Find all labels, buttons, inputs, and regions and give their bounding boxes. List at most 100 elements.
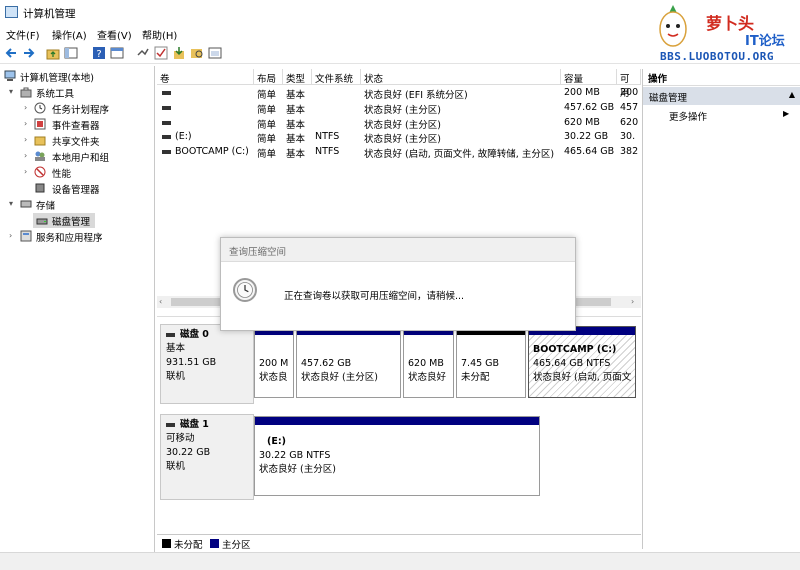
partition-bar: [255, 417, 539, 425]
row-status: 状态良好 (EFI 系统分区): [364, 90, 468, 101]
clock-icon: [34, 102, 46, 114]
row-layout: 简单: [257, 149, 277, 160]
event-viewer-icon: [34, 118, 46, 130]
collapse-up-icon[interactable]: ▲: [789, 90, 795, 99]
disk-0-header[interactable]: 磁盘 0 基本 931.51 GB 联机: [160, 324, 254, 404]
search-folder-icon[interactable]: [190, 46, 204, 60]
column-capacity[interactable]: 容量: [561, 69, 617, 85]
tree-performance[interactable]: 性能: [52, 166, 71, 180]
column-type[interactable]: 类型: [283, 69, 312, 85]
import-icon[interactable]: [172, 46, 186, 60]
row-status: 状态良好 (主分区): [364, 120, 441, 131]
row-volume: BOOTCAMP (C:): [175, 146, 249, 157]
more-actions-item[interactable]: 更多操作: [669, 109, 707, 123]
expand-arrow-icon[interactable]: ›: [24, 151, 27, 160]
toolbox-icon: [20, 87, 32, 98]
back-arrow-icon[interactable]: [4, 46, 18, 60]
window-title: 计算机管理: [23, 8, 76, 20]
menu-help[interactable]: 帮助(H): [142, 27, 177, 42]
disk-type: 可移动: [166, 433, 195, 444]
tree-disk-management[interactable]: 磁盘管理: [52, 214, 90, 228]
partition-text: (E:) 30.22 GB NTFS 状态良好 (主分区): [259, 436, 336, 475]
row-capacity: 620 MB: [564, 117, 600, 128]
column-filesystem[interactable]: 文件系统: [312, 69, 361, 85]
row-layout: 简单: [257, 120, 277, 131]
connect-icon[interactable]: [136, 46, 150, 60]
legend-swatch-unallocated: [162, 539, 171, 548]
legend-swatch-primary: [210, 539, 219, 548]
legend-label-unallocated: 未分配: [174, 540, 203, 551]
partition-main[interactable]: 457.62 GB 状态良好 (主分区): [296, 326, 401, 398]
clock-icon: [233, 278, 257, 302]
up-folder-icon[interactable]: [46, 46, 60, 60]
expand-arrow-icon[interactable]: ›: [24, 103, 27, 112]
menu-view[interactable]: 查看(V): [97, 27, 132, 42]
column-layout[interactable]: 布局: [254, 69, 283, 85]
row-free: 382: [620, 146, 639, 157]
tree-device-manager[interactable]: 设备管理器: [52, 182, 100, 196]
scroll-left-icon[interactable]: ‹: [159, 297, 162, 306]
submenu-arrow-icon[interactable]: ▶: [783, 109, 789, 118]
scroll-right-icon[interactable]: ›: [631, 297, 634, 306]
disk-management-icon: [36, 218, 48, 225]
tree-root[interactable]: 计算机管理(本地): [20, 70, 94, 84]
partition-recovery[interactable]: 620 MB 状态良好: [403, 326, 454, 398]
expand-arrow-icon[interactable]: ›: [24, 119, 27, 128]
row-type: 基本: [286, 120, 306, 131]
disk-map: 磁盘 0 基本 931.51 GB 联机 200 M 状态良 457.62 GB 状…: [157, 316, 641, 532]
forward-arrow-icon[interactable]: [22, 46, 36, 60]
disk-type: 基本: [166, 343, 186, 354]
menu-file[interactable]: 文件(F): [6, 27, 40, 42]
toolbar: ?: [0, 42, 800, 64]
tree-task-scheduler[interactable]: 任务计划程序: [52, 102, 109, 116]
check-icon[interactable]: [154, 46, 168, 60]
column-status[interactable]: 状态: [361, 69, 561, 85]
actions-section-disk-management[interactable]: 磁盘管理 ▲: [643, 87, 800, 105]
shared-folder-icon: [34, 136, 46, 146]
partition-text: 200 M 状态良: [259, 358, 289, 383]
disk-1-header[interactable]: 磁盘 1 可移动 30.22 GB 联机: [160, 414, 254, 500]
volume-icon: [162, 91, 171, 95]
row-layout: 简单: [257, 90, 277, 101]
tree-system-tools[interactable]: 系统工具: [36, 86, 74, 100]
collapse-arrow-icon[interactable]: ▾: [9, 199, 13, 208]
column-volume[interactable]: 卷: [157, 69, 254, 85]
expand-arrow-icon[interactable]: ›: [24, 167, 27, 176]
device-manager-icon: [35, 183, 45, 193]
dialog-body: 正在查询卷以获取可用压缩空间，请稍候...: [221, 261, 575, 330]
tree-storage[interactable]: 存储: [36, 198, 55, 212]
partition-efi[interactable]: 200 M 状态良: [254, 326, 294, 398]
computer-management-icon: [5, 6, 18, 18]
dialog-message: 正在查询卷以获取可用压缩空间，请稍候...: [284, 291, 465, 302]
disk-state: 联机: [166, 371, 186, 382]
menu-action[interactable]: 操作(A): [52, 27, 87, 42]
disk-icon: [166, 423, 175, 427]
expand-arrow-icon[interactable]: ›: [9, 231, 12, 240]
partition-e[interactable]: (E:) 30.22 GB NTFS 状态良好 (主分区): [254, 416, 540, 496]
help-icon[interactable]: ?: [92, 46, 106, 60]
services-icon: [20, 230, 32, 242]
collapse-arrow-icon[interactable]: ▾: [9, 87, 13, 96]
expand-arrow-icon[interactable]: ›: [24, 135, 27, 144]
column-free[interactable]: 可用: [617, 69, 641, 99]
tree-shared-folders[interactable]: 共享文件夹: [52, 134, 100, 148]
storage-icon: [20, 200, 32, 208]
tree-event-viewer[interactable]: 事件查看器: [52, 118, 100, 132]
actions-header: 操作: [643, 69, 800, 86]
partition-unallocated[interactable]: 7.45 GB 未分配: [456, 326, 526, 398]
row-free: 30.: [620, 131, 636, 142]
row-free: 457: [620, 102, 639, 113]
disk-icon: [166, 333, 175, 337]
row-capacity: 465.64 GB: [564, 146, 615, 157]
console-icon[interactable]: [208, 46, 222, 60]
actions-pane: 操作 磁盘管理 ▲ 更多操作 ▶: [642, 69, 800, 549]
properties-icon[interactable]: [110, 46, 124, 60]
tree-local-users[interactable]: 本地用户和组: [52, 150, 109, 164]
row-volume: (E:): [175, 131, 192, 142]
partition-bootcamp[interactable]: BOOTCAMP (C:) 465.64 GB NTFS 状态良好 (启动, 页…: [528, 326, 636, 398]
users-icon: [35, 151, 45, 161]
tree-services-apps[interactable]: 服务和应用程序: [36, 230, 103, 244]
row-capacity: 457.62 GB: [564, 102, 615, 113]
show-hide-tree-icon[interactable]: [64, 46, 78, 60]
legend: 未分配 主分区: [157, 534, 641, 552]
